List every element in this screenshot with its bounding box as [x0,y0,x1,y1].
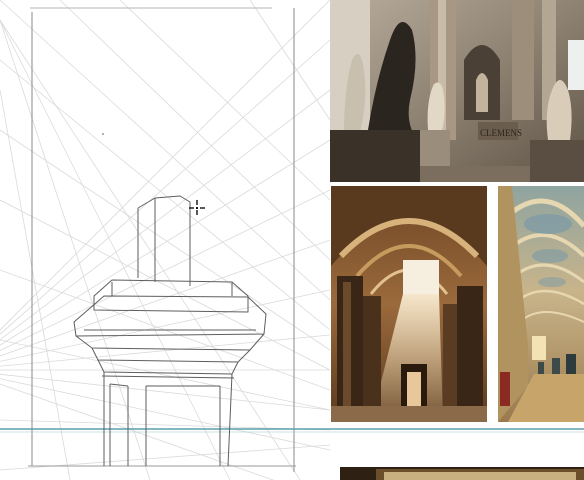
reference-image-long-corridor[interactable] [498,186,584,422]
long-corridor-image [498,186,584,422]
stray-mark [102,133,104,135]
arched-hall-image [331,186,487,422]
pedestal-inscription: CLEMENS [480,128,522,138]
page-frame [28,7,296,472]
crosshair-move-icon [189,200,205,215]
statue-gallery-image: CLEMENS [330,0,584,182]
reference-image-arched-hall[interactable] [331,186,487,422]
perspective-guides [0,0,331,480]
bottom-image [340,467,584,480]
reference-image-bottom[interactable] [340,466,584,480]
reference-image-statue-gallery[interactable]: CLEMENS [330,0,584,182]
